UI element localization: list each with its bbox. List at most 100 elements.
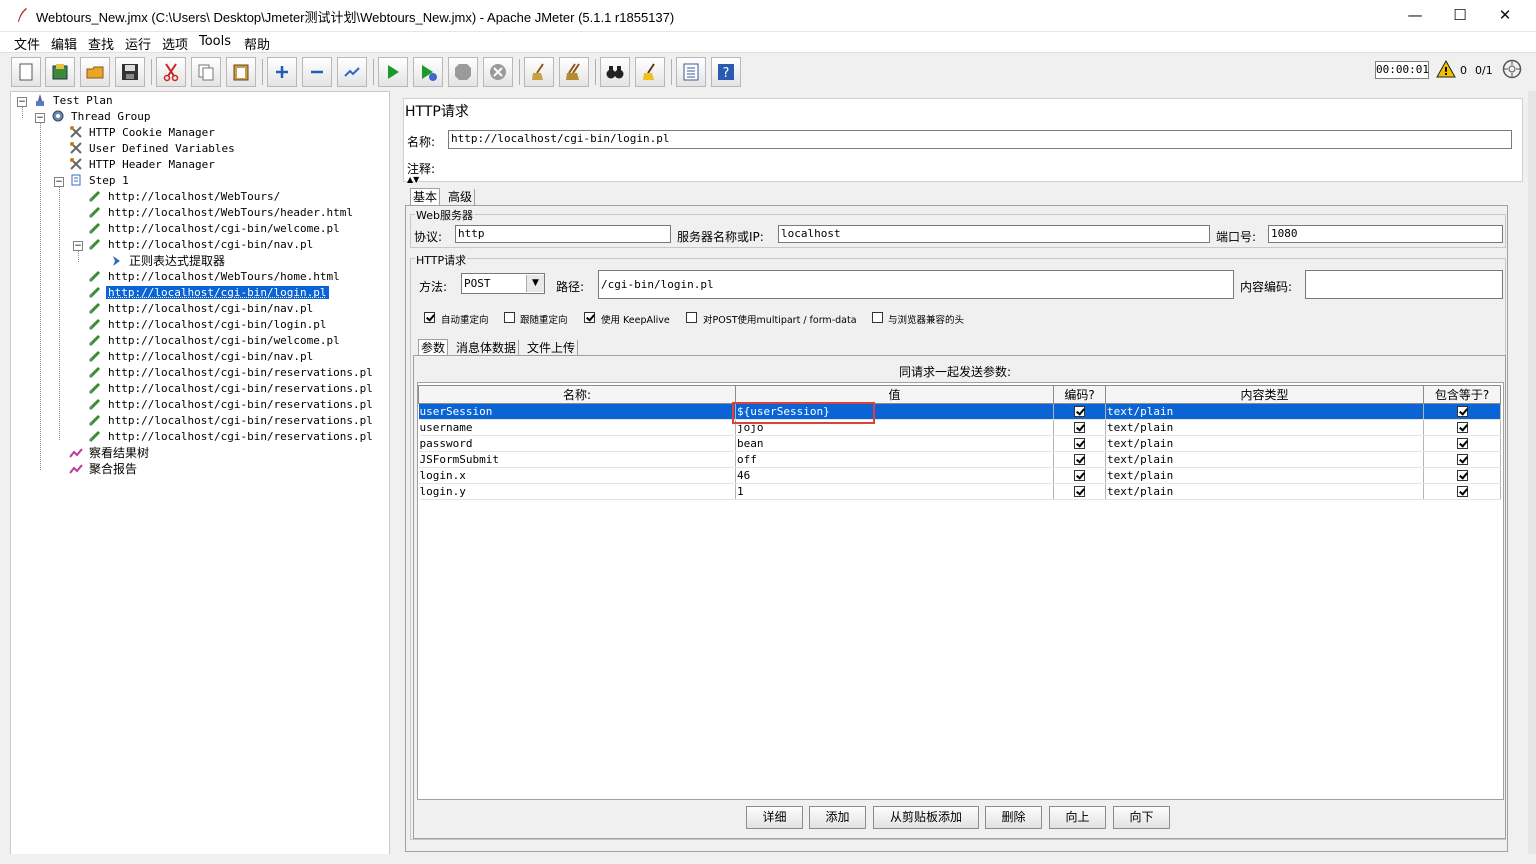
move-down-button[interactable]: 向下 — [1113, 806, 1170, 829]
tab-file-upload[interactable]: 文件上传 — [525, 340, 579, 356]
menu-tools[interactable]: Tools — [199, 34, 231, 49]
tree-sampler[interactable]: http://localhost/cgi-bin/nav.pl — [88, 237, 315, 253]
tree-sampler[interactable]: http://localhost/cgi-bin/reservations.pl — [88, 429, 375, 445]
browser-headers-checkbox[interactable] — [872, 312, 883, 323]
table-row[interactable]: password bean text/plain — [418, 435, 1501, 452]
encode-cell[interactable] — [1053, 467, 1106, 484]
delete-button[interactable]: 删除 — [985, 806, 1042, 829]
include-equals-cell[interactable] — [1423, 483, 1501, 500]
encode-checkbox[interactable] — [1074, 406, 1085, 417]
splitter[interactable] — [390, 91, 398, 864]
cut-button[interactable] — [156, 57, 186, 87]
include-equals-checkbox[interactable] — [1456, 454, 1468, 465]
encoding-input[interactable] — [1305, 270, 1503, 299]
table-row[interactable]: login.y 1 text/plain — [418, 483, 1501, 500]
menu-search[interactable]: 查找 — [88, 34, 114, 53]
detail-button[interactable]: 详细 — [746, 806, 803, 829]
close-button[interactable]: ✕ — [1482, 0, 1528, 31]
multipart-checkbox[interactable] — [686, 312, 697, 323]
tree-sampler[interactable]: http://localhost/cgi-bin/reservations.pl — [88, 381, 375, 397]
content-type[interactable]: text/plain — [1105, 403, 1424, 420]
param-name[interactable]: login.y — [418, 483, 736, 500]
param-name[interactable]: password — [418, 435, 736, 452]
tree-sampler[interactable]: http://localhost/cgi-bin/welcome.pl — [88, 221, 342, 237]
encode-cell[interactable] — [1053, 435, 1106, 452]
tree-step-1[interactable]: Step 1 — [69, 173, 131, 189]
help-button[interactable]: ? — [711, 57, 741, 87]
menu-edit[interactable]: 编辑 — [51, 34, 77, 53]
add-button[interactable]: 添加 — [809, 806, 866, 829]
toggle-button[interactable] — [337, 57, 367, 87]
collapse-toggle[interactable]: − — [54, 177, 64, 187]
protocol-input[interactable]: http — [455, 225, 671, 243]
tab-parameters[interactable]: 参数 — [418, 339, 449, 356]
collapse-toggle[interactable]: − — [17, 97, 27, 107]
tree-regex-extractor[interactable]: 正则表达式提取器 — [109, 253, 227, 269]
save-button[interactable] — [115, 57, 145, 87]
param-name[interactable]: username — [418, 419, 736, 436]
table-row[interactable]: userSession ${userSession} text/plain — [418, 403, 1501, 420]
warning-icon[interactable]: ! — [1436, 60, 1456, 78]
splitter-arrows[interactable]: ▲▼ — [407, 175, 419, 184]
include-equals-cell[interactable] — [1423, 435, 1501, 452]
tree-sampler[interactable]: http://localhost/cgi-bin/welcome.pl — [88, 333, 342, 349]
include-equals-checkbox[interactable] — [1456, 422, 1468, 433]
tree-sampler[interactable]: http://localhost/cgi-bin/nav.pl — [88, 349, 315, 365]
content-type[interactable]: text/plain — [1105, 451, 1424, 468]
tree-test-plan[interactable]: Test Plan — [33, 93, 115, 109]
tree-user-vars[interactable]: User Defined Variables — [69, 141, 237, 157]
follow-redirect-checkbox[interactable] — [504, 312, 515, 323]
chevron-down-icon[interactable]: ▼ — [526, 275, 544, 292]
reset-search-button[interactable] — [635, 57, 665, 87]
templates-button[interactable] — [45, 57, 75, 87]
name-input[interactable]: http://localhost/cgi-bin/login.pl — [448, 130, 1512, 149]
column-header-name[interactable]: 名称: — [418, 385, 736, 404]
tab-body-data[interactable]: 消息体数据 — [454, 340, 520, 356]
path-input[interactable]: /cgi-bin/login.pl — [598, 270, 1234, 299]
table-row[interactable]: JSFormSubmit off text/plain — [418, 451, 1501, 468]
server-input[interactable]: localhost — [778, 225, 1210, 243]
clear-button[interactable] — [524, 57, 554, 87]
tree-sampler[interactable]: http://localhost/cgi-bin/reservations.pl — [88, 365, 375, 381]
include-equals-checkbox[interactable] — [1456, 406, 1468, 417]
collapse-all-button[interactable] — [302, 57, 332, 87]
table-row[interactable]: username jojo text/plain — [418, 419, 1501, 436]
stop-button[interactable] — [448, 57, 478, 87]
param-name[interactable]: userSession — [418, 403, 736, 420]
column-header-encode[interactable]: 编码? — [1053, 385, 1106, 404]
include-equals-cell[interactable] — [1423, 419, 1501, 436]
menu-help[interactable]: 帮助 — [244, 34, 270, 53]
param-value[interactable]: bean — [735, 435, 1054, 452]
minimize-button[interactable]: — — [1392, 0, 1438, 31]
encode-cell[interactable] — [1053, 403, 1106, 420]
keepalive-checkbox[interactable] — [584, 312, 595, 323]
collapse-toggle[interactable]: − — [35, 113, 45, 123]
maximize-button[interactable]: ☐ — [1437, 0, 1483, 31]
encode-checkbox[interactable] — [1074, 454, 1085, 465]
encode-checkbox[interactable] — [1074, 438, 1085, 449]
include-equals-checkbox[interactable] — [1456, 470, 1468, 481]
content-type[interactable]: text/plain — [1105, 419, 1424, 436]
encode-checkbox[interactable] — [1074, 470, 1085, 481]
shutdown-button[interactable] — [483, 57, 513, 87]
param-name[interactable]: JSFormSubmit — [418, 451, 736, 468]
tree-sampler-selected[interactable]: http://localhost/cgi-bin/login.pl — [88, 285, 329, 301]
copy-button[interactable] — [191, 57, 221, 87]
tab-advanced[interactable]: 高级 — [446, 189, 476, 205]
tree-sampler[interactable]: http://localhost/WebTours/header.html — [88, 205, 355, 221]
tree-aggregate-report[interactable]: 聚合报告 — [69, 461, 139, 477]
param-value[interactable]: 1 — [735, 483, 1054, 500]
search-button[interactable] — [600, 57, 630, 87]
param-value[interactable]: off — [735, 451, 1054, 468]
tree-header-manager[interactable]: HTTP Header Manager — [69, 157, 217, 173]
encode-cell[interactable] — [1053, 419, 1106, 436]
tree-sampler[interactable]: http://localhost/cgi-bin/login.pl — [88, 317, 329, 333]
tree-sampler[interactable]: http://localhost/WebTours/home.html — [88, 269, 342, 285]
expand-all-button[interactable] — [267, 57, 297, 87]
start-button[interactable] — [378, 57, 408, 87]
column-header-value[interactable]: 值 — [735, 385, 1054, 404]
tree-view-results[interactable]: 察看结果树 — [69, 445, 151, 461]
add-from-clipboard-button[interactable]: 从剪贴板添加 — [873, 806, 979, 829]
start-no-pause-button[interactable] — [413, 57, 443, 87]
table-row[interactable]: login.x 46 text/plain — [418, 467, 1501, 484]
